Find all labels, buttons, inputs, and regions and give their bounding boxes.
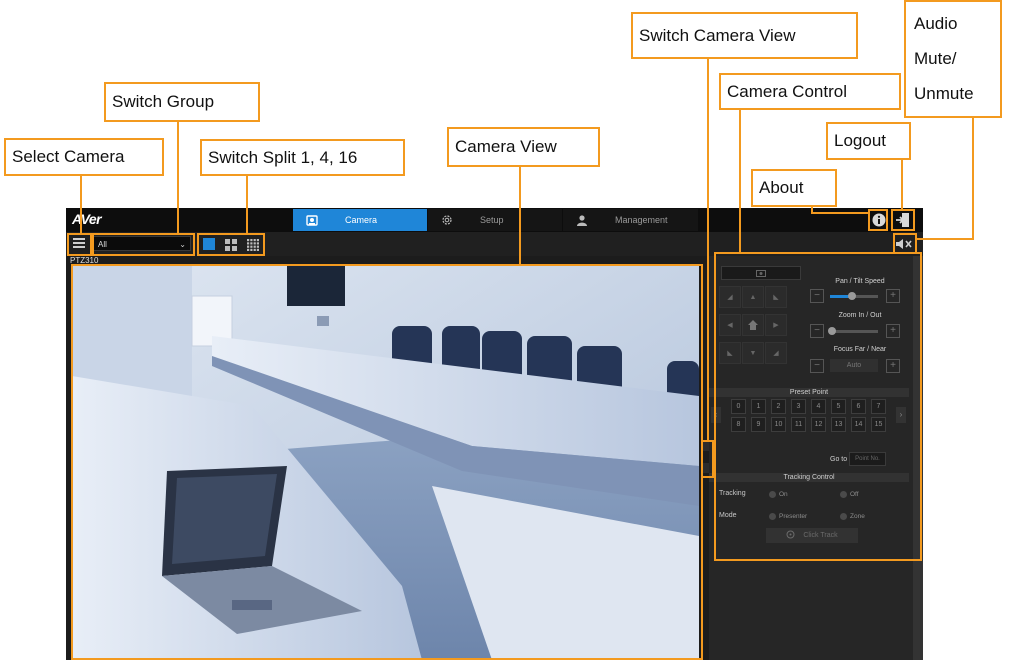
- tab-setup-label: Setup: [480, 215, 504, 225]
- select-camera-highlight: [67, 233, 92, 256]
- gear-icon: [440, 214, 454, 226]
- camera-view-connector: [519, 166, 521, 264]
- switch-split-connector: [246, 174, 248, 233]
- switch-camera-view-connector: [707, 58, 709, 440]
- switch-group-highlight: [92, 233, 195, 256]
- audio-connector-h: [917, 238, 974, 240]
- logout-connector: [901, 158, 903, 209]
- about-connector-h: [811, 212, 869, 214]
- tab-camera[interactable]: Camera: [293, 209, 427, 231]
- switch-group-connector: [177, 120, 179, 233]
- switch-camera-view-highlight: [701, 440, 714, 478]
- aver-logo: AVer: [72, 211, 102, 227]
- tab-camera-label: Camera: [345, 215, 378, 225]
- callout-switch-camera-view: Switch Camera View: [631, 12, 858, 59]
- callout-camera-view: Camera View: [447, 127, 600, 167]
- audio-callout-line3: Unmute: [914, 84, 974, 104]
- audio-callout-line2: Mute/: [914, 48, 957, 68]
- callout-camera-control: Camera Control: [719, 73, 901, 110]
- audio-highlight: [893, 233, 917, 254]
- camera-icon: [305, 214, 319, 226]
- top-navigation-bar: AVer Camera Setup Management: [66, 208, 923, 232]
- camera-control-highlight: [714, 252, 922, 561]
- camera-view-highlight: [71, 264, 703, 660]
- callout-switch-split: Switch Split 1, 4, 16: [200, 139, 405, 176]
- camera-control-connector: [739, 108, 741, 252]
- select-camera-connector: [80, 174, 82, 233]
- callout-switch-group: Switch Group: [104, 82, 260, 122]
- audio-callout-line1: Audio: [914, 13, 958, 33]
- tab-management-label: Management: [615, 215, 668, 225]
- tab-setup[interactable]: Setup: [428, 209, 562, 231]
- audio-connector-v: [972, 116, 974, 240]
- about-highlight: [868, 209, 888, 231]
- logout-highlight: [891, 209, 915, 231]
- callout-about: About: [751, 169, 837, 207]
- callout-audio-mute: Audio Mute/ Unmute: [904, 0, 1002, 118]
- tab-management[interactable]: Management: [563, 209, 698, 231]
- user-icon: [575, 214, 589, 226]
- callout-logout: Logout: [826, 122, 911, 160]
- switch-split-highlight: [197, 233, 265, 256]
- callout-select-camera: Select Camera: [4, 138, 164, 176]
